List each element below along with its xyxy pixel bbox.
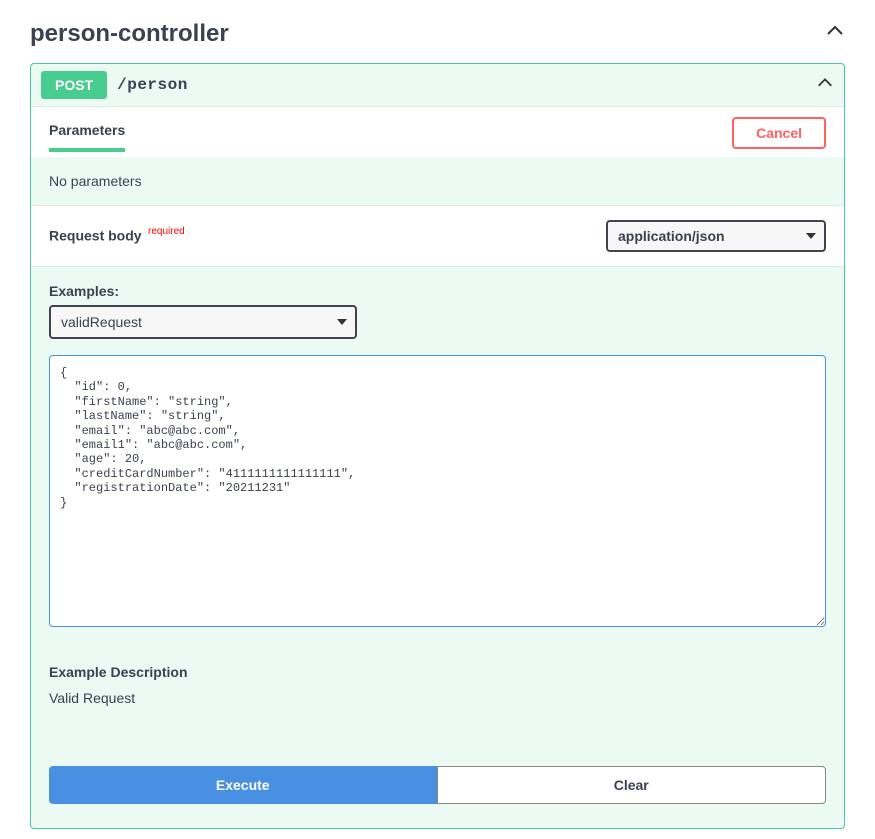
- chevron-up-icon: [825, 21, 845, 47]
- request-body-header: Request body required application/json: [31, 205, 844, 267]
- operation-path: /person: [117, 76, 188, 94]
- example-description-text: Valid Request: [49, 690, 826, 706]
- parameters-section-header: Parameters Cancel: [31, 106, 844, 157]
- execute-button[interactable]: Execute: [49, 766, 437, 804]
- cancel-button[interactable]: Cancel: [732, 117, 826, 149]
- examples-select-wrapper: validRequest: [49, 305, 357, 339]
- content-type-select-wrapper: application/json: [606, 220, 826, 252]
- method-badge: POST: [41, 71, 107, 99]
- controller-title: person-controller: [30, 20, 229, 48]
- content-type-select[interactable]: application/json: [606, 220, 826, 252]
- action-button-row: Execute Clear: [49, 766, 826, 804]
- no-parameters-text: No parameters: [31, 157, 844, 205]
- operation-summary[interactable]: POST /person: [31, 64, 844, 106]
- operation-block: POST /person Parameters Cancel No parame…: [30, 63, 845, 829]
- parameters-tab[interactable]: Parameters: [49, 122, 125, 152]
- clear-button[interactable]: Clear: [437, 766, 827, 804]
- body-content: Examples: validRequest Example Descripti…: [31, 267, 844, 828]
- required-label: required: [148, 226, 185, 237]
- controller-header[interactable]: person-controller: [30, 10, 845, 58]
- examples-select[interactable]: validRequest: [49, 305, 357, 339]
- example-description-label: Example Description: [49, 664, 826, 680]
- examples-label: Examples:: [49, 283, 826, 299]
- request-body-label: Request body: [49, 228, 142, 244]
- chevron-up-icon: [816, 74, 834, 97]
- request-body-textarea[interactable]: [49, 355, 826, 627]
